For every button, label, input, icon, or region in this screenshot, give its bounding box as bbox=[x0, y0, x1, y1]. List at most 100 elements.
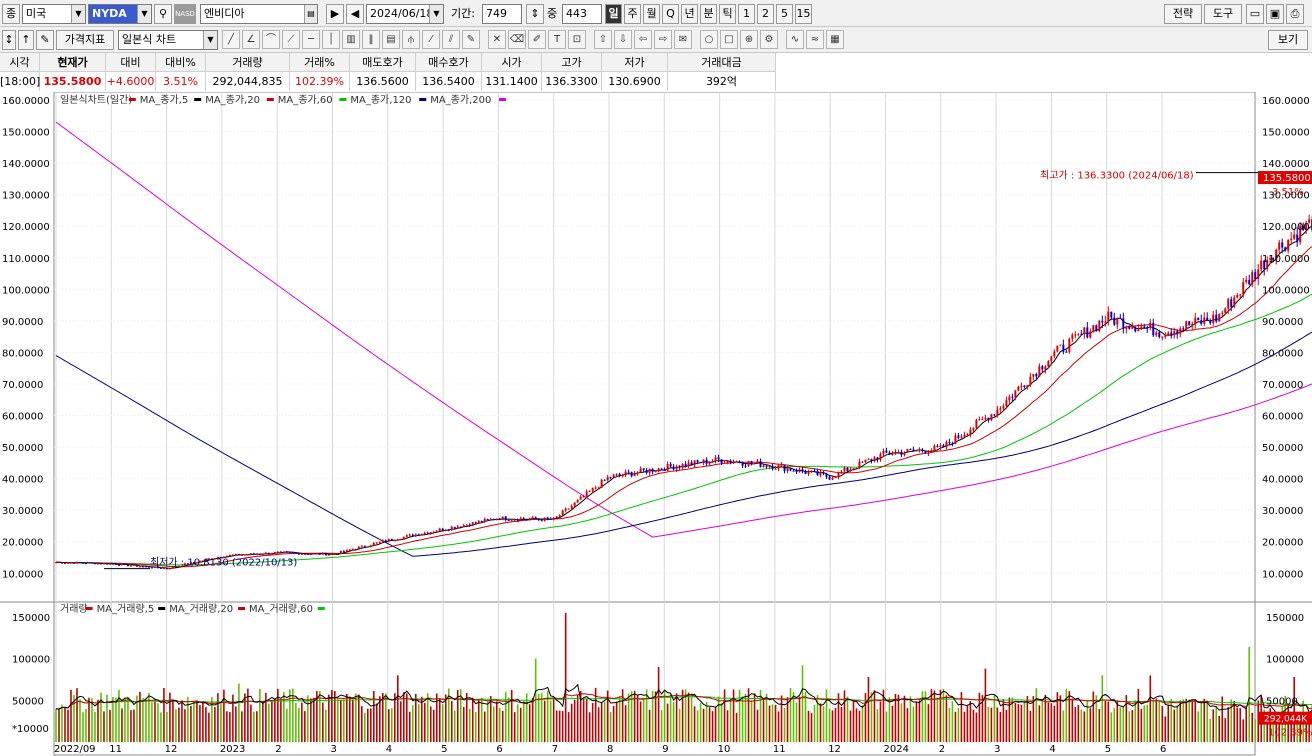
legend-swatch bbox=[499, 98, 506, 101]
arc-tool-icon[interactable]: ⌒ bbox=[262, 30, 280, 49]
candle-body bbox=[969, 429, 972, 435]
candle-body bbox=[333, 553, 336, 555]
candle-body bbox=[387, 538, 390, 542]
search-icon[interactable]: ⚲ bbox=[154, 4, 172, 24]
candle-body bbox=[870, 459, 873, 461]
candle-body bbox=[597, 487, 600, 489]
trend-tool-icon[interactable]: ⁄ bbox=[422, 30, 440, 49]
indicator-button[interactable]: 가격지표 bbox=[56, 30, 114, 50]
candle-body bbox=[810, 470, 813, 472]
candle-body bbox=[705, 459, 708, 464]
hline-tool-icon[interactable]: ─ bbox=[302, 30, 320, 49]
prev-icon[interactable]: ◀ bbox=[346, 4, 364, 24]
legend-label: MA_종가,200 bbox=[430, 94, 491, 106]
sub-label: 중 bbox=[547, 7, 558, 20]
line-tool-icon[interactable]: ╱ bbox=[222, 30, 240, 49]
cycle-tool-icon[interactable]: ‖ bbox=[362, 30, 380, 49]
strategy-button[interactable]: 전략 bbox=[1164, 4, 1202, 24]
stock-name-field[interactable]: 엔비디아 ▤ bbox=[200, 4, 318, 24]
candle-body bbox=[972, 427, 975, 430]
right-arrow-icon[interactable]: ⇨ bbox=[654, 30, 672, 49]
fan-tool-icon[interactable]: ⟋ bbox=[282, 30, 300, 49]
period-input[interactable]: 749 bbox=[482, 4, 522, 24]
cross-tool-icon[interactable]: ✕ bbox=[488, 30, 506, 49]
candle-body bbox=[720, 459, 723, 463]
play-icon[interactable]: ▶ bbox=[326, 4, 344, 24]
circle-tool-icon[interactable]: ○ bbox=[700, 30, 718, 49]
text-tool-icon[interactable]: T bbox=[548, 30, 566, 49]
save-icon[interactable]: ▣ bbox=[1266, 4, 1284, 24]
edit-icon[interactable]: ✎ bbox=[36, 30, 54, 50]
interval-tab[interactable]: 분 bbox=[700, 4, 717, 24]
stock-lookup-icon[interactable]: ▤ bbox=[304, 5, 317, 23]
up-arrow-icon[interactable]: ⇧ bbox=[594, 30, 612, 49]
sub-input[interactable]: 443 bbox=[562, 4, 602, 24]
angle-tool-icon[interactable]: ∠ bbox=[242, 30, 260, 49]
candle-body bbox=[966, 434, 969, 436]
date-field[interactable]: 2024/06/18 ▼ bbox=[366, 4, 444, 24]
note-tool-icon[interactable]: ✐ bbox=[528, 30, 546, 49]
tools-button[interactable]: 도구 bbox=[1204, 4, 1242, 24]
candle-body bbox=[840, 471, 843, 473]
candle-body bbox=[1233, 297, 1236, 307]
mode-button[interactable]: 종 bbox=[2, 4, 20, 24]
up-down-icon[interactable]: ↕ bbox=[2, 30, 16, 50]
price-chart[interactable]: 2022/09 11 12 2023 2 3 4 5 6 7 8 9 10 11 12 2024 2 3 4 5 6 10… bbox=[0, 92, 1312, 756]
image-tool-icon[interactable]: ▦ bbox=[826, 30, 844, 49]
box-tool-icon[interactable]: ⊡ bbox=[568, 30, 586, 49]
x-tick-label: 5 bbox=[1105, 744, 1111, 755]
candle-body bbox=[708, 462, 711, 464]
vline-tool-icon[interactable]: │ bbox=[322, 30, 340, 49]
left-arrow-icon[interactable]: ⇦ bbox=[634, 30, 652, 49]
stepper-icon[interactable]: ⇕ bbox=[526, 4, 544, 24]
candle-body bbox=[1287, 239, 1290, 251]
candle-body bbox=[504, 516, 507, 521]
interval-tab[interactable]: 1 bbox=[738, 4, 755, 24]
zoom-tool-icon[interactable]: ⊕ bbox=[740, 30, 758, 49]
candle-body bbox=[492, 518, 495, 520]
fork-tool-icon[interactable]: ⫛ bbox=[402, 30, 420, 49]
down-arrow-icon[interactable]: ⇩ bbox=[614, 30, 632, 49]
candle-body bbox=[873, 457, 876, 461]
market-select[interactable]: 미국 ▼ bbox=[22, 4, 86, 24]
folder-icon[interactable]: ▭ bbox=[1246, 4, 1264, 24]
rect-tool-icon[interactable]: □ bbox=[720, 30, 738, 49]
chevron-down-icon[interactable]: ▼ bbox=[137, 5, 151, 23]
interval-tab[interactable]: 주 bbox=[624, 4, 641, 24]
quote-value: 131.1400 bbox=[482, 72, 542, 91]
interval-tab[interactable]: Q bbox=[662, 4, 679, 24]
chevron-down-icon[interactable]: ▼ bbox=[71, 5, 85, 23]
candle-body bbox=[1032, 374, 1035, 377]
table-tool-icon[interactable]: ▤ bbox=[382, 30, 400, 49]
memo-icon[interactable]: ✉ bbox=[674, 30, 692, 49]
exchange-select[interactable]: NYDA ▼ bbox=[88, 4, 152, 24]
x-tick-label: 10 bbox=[718, 744, 731, 755]
interval-tab[interactable]: 틱 bbox=[719, 4, 736, 24]
chart-type-select[interactable]: 일본식 차트 ▼ bbox=[118, 30, 218, 50]
chevron-down-icon[interactable]: ▼ bbox=[429, 5, 443, 23]
interval-tab[interactable]: 일 bbox=[605, 4, 622, 24]
x-tick-label: 9 bbox=[662, 744, 668, 755]
wave2-tool-icon[interactable]: ≈ bbox=[806, 30, 824, 49]
grid-tool-icon[interactable]: ▥ bbox=[342, 30, 360, 49]
interval-tab[interactable]: 15 bbox=[795, 4, 812, 24]
candle-body bbox=[459, 526, 462, 528]
print-icon[interactable]: ⎙ bbox=[1286, 4, 1304, 24]
view-button[interactable]: 보기 bbox=[1268, 30, 1308, 50]
interval-tab[interactable]: 년 bbox=[681, 4, 698, 24]
candle-body bbox=[72, 562, 75, 564]
chevron-down-icon[interactable]: ▼ bbox=[203, 31, 217, 49]
interval-tab[interactable]: 2 bbox=[757, 4, 774, 24]
interval-tab[interactable]: 5 bbox=[776, 4, 793, 24]
settings-tool-icon[interactable]: ⚙ bbox=[760, 30, 778, 49]
y-tick-label-right: 70.0000 bbox=[1262, 380, 1303, 391]
candle-body bbox=[645, 470, 648, 473]
interval-tab[interactable]: 월 bbox=[643, 4, 660, 24]
pencil-tool-icon[interactable]: ✎ bbox=[462, 30, 480, 49]
channel-tool-icon[interactable]: ⫽ bbox=[442, 30, 460, 49]
arrow-icon[interactable]: ↑ bbox=[18, 30, 34, 50]
eraser-tool-icon[interactable]: ⌫ bbox=[508, 30, 526, 49]
candle-body bbox=[801, 469, 804, 472]
candle-body bbox=[327, 554, 330, 556]
wave-tool-icon[interactable]: ∿ bbox=[786, 30, 804, 49]
